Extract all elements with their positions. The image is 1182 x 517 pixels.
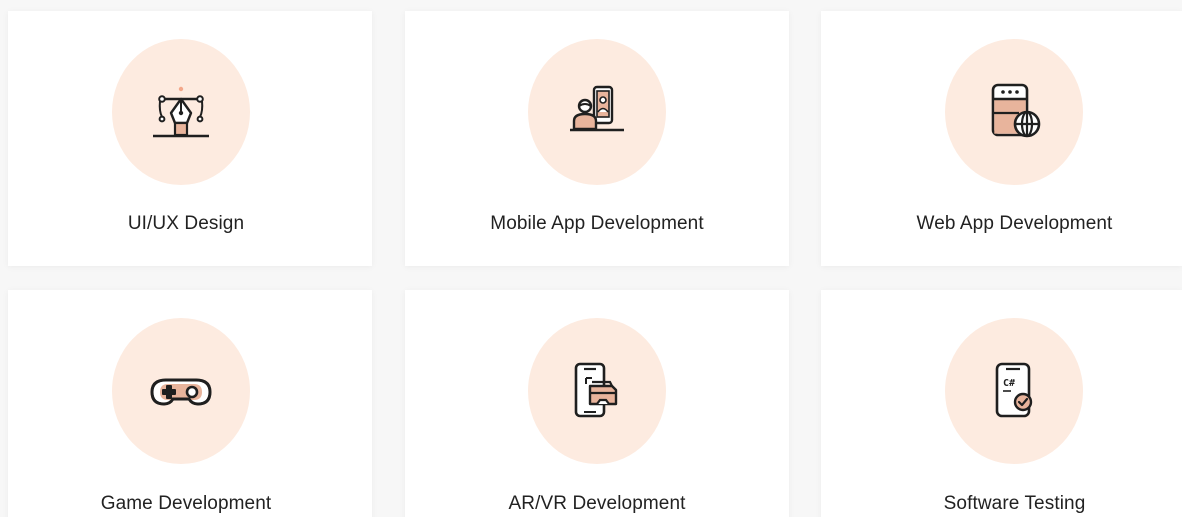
icon-circle: C#: [945, 318, 1083, 464]
icon-circle: [528, 318, 666, 464]
svg-text:C#: C#: [1003, 378, 1015, 389]
icon-circle: [112, 39, 250, 185]
icon-circle: [112, 318, 250, 464]
mobile-video-call-icon: [570, 85, 624, 132]
service-label: Software Testing: [943, 493, 1086, 514]
service-card-ar-vr-development[interactable]: AR/VR Development: [405, 290, 789, 517]
service-card-software-testing[interactable]: C# Software Testing: [821, 290, 1182, 517]
web-browser-globe-icon: [991, 83, 1041, 138]
service-card-game-development[interactable]: Game Development: [8, 290, 372, 517]
icon-circle: [945, 39, 1083, 185]
services-grid: UI/UX Design Mobile App Development Web …: [0, 0, 1182, 517]
service-label: UI/UX Design: [127, 213, 245, 234]
service-label: Mobile App Development: [490, 213, 704, 234]
ar-vr-headset-phone-icon: [574, 362, 618, 418]
service-label: Game Development: [100, 493, 272, 514]
csharp-phone-check-icon: C#: [995, 362, 1033, 418]
service-card-mobile-app-development[interactable]: Mobile App Development: [405, 11, 789, 266]
service-label: AR/VR Development: [508, 493, 686, 514]
gamepad-icon: [150, 378, 212, 406]
pen-tool-icon: [153, 86, 209, 138]
service-label: Web App Development: [916, 213, 1113, 234]
icon-circle: [528, 39, 666, 185]
service-card-web-app-development[interactable]: Web App Development: [821, 11, 1182, 266]
service-card-ui-ux-design[interactable]: UI/UX Design: [8, 11, 372, 266]
